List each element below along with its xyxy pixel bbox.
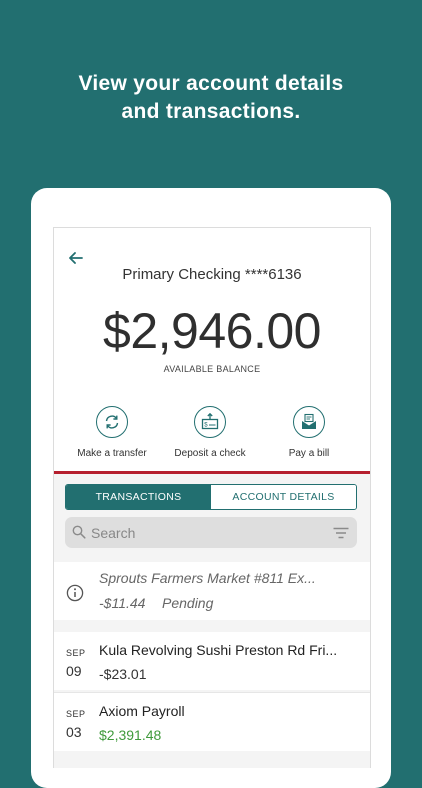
app-screen: Primary Checking ****6136 $2,946.00 AVAI… [53,227,371,768]
transaction-row[interactable]: SEP 09 Kula Revolving Sushi Preston Rd F… [54,632,370,690]
pending-amount: -$11.44 [99,595,146,611]
back-arrow-icon [69,252,83,264]
transaction-amount: -$23.01 [99,666,147,682]
tab-transactions[interactable]: TRANSACTIONS [66,485,211,509]
transaction-day: 09 [66,663,82,679]
transaction-row[interactable]: SEP 03 Axiom Payroll $2,391.48 [54,692,370,751]
make-transfer-button[interactable]: Make a transfer [62,406,162,459]
search-icon [72,525,86,539]
transaction-month: SEP [66,709,86,719]
deposit-check-button[interactable]: $ Deposit a check [160,406,260,459]
pay-bill-button[interactable]: Pay a bill [259,406,359,459]
header-divider [54,471,370,474]
transaction-amount: $2,391.48 [99,727,162,743]
back-button[interactable] [66,248,86,268]
pay-bill-label: Pay a bill [288,448,330,459]
search-bar [65,517,357,548]
tab-account-details[interactable]: ACCOUNT DETAILS [211,485,356,509]
transaction-merchant: Kula Revolving Sushi Preston Rd Fri... [99,642,338,658]
headline: View your account details and transactio… [0,70,422,126]
headline-line-1: View your account details [78,72,344,95]
deposit-check-label: Deposit a check [174,448,246,459]
deposit-check-icon: $ [194,406,226,438]
balance-amount: $2,946.00 [103,303,321,359]
pending-merchant: Sprouts Farmers Market #811 Ex... [99,570,316,586]
pending-transaction-row[interactable]: Sprouts Farmers Market #811 Ex... -$11.4… [54,562,370,620]
pending-status: Pending [162,595,214,611]
transaction-merchant: Axiom Payroll [99,703,185,719]
search-input[interactable] [89,521,323,545]
account-header: Primary Checking ****6136 $2,946.00 AVAI… [54,228,370,474]
pay-bill-icon [293,406,325,438]
svg-text:$: $ [204,423,208,429]
filter-icon[interactable] [333,527,349,539]
headline-line-2: and transactions. [121,100,301,123]
transaction-day: 03 [66,724,82,740]
balance-label: AVAILABLE BALANCE [163,364,261,374]
transaction-month: SEP [66,648,86,658]
view-tabs: TRANSACTIONS ACCOUNT DETAILS [65,484,357,510]
info-icon [66,584,84,602]
transfer-icon [96,406,128,438]
account-title: Primary Checking ****6136 [122,266,302,283]
make-transfer-label: Make a transfer [77,448,147,459]
